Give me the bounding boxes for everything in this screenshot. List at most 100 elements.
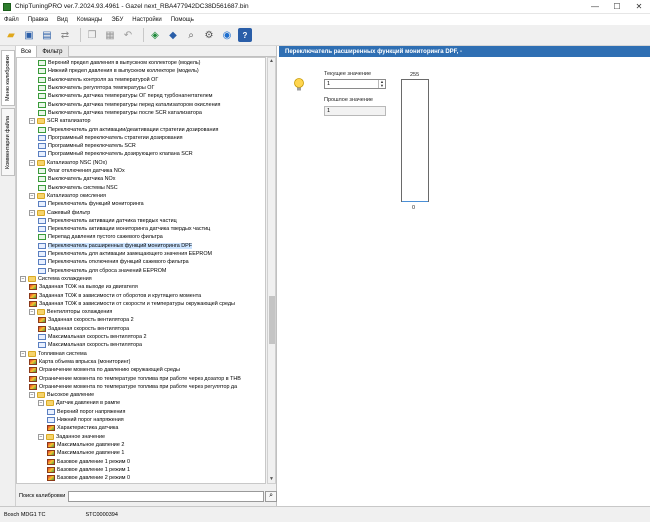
tree-folder[interactable]: − Датчик давления в рампе: [38, 399, 120, 407]
collapse-toggle-icon[interactable]: −: [38, 400, 44, 407]
tree-item[interactable]: Максимальное давление 2: [47, 441, 124, 449]
tree-item[interactable]: Заданная ТОЖ на выходе из двигателя: [29, 283, 138, 291]
close-button[interactable]: ✕: [628, 0, 650, 14]
tree-folder[interactable]: − Сажевый фильтр: [29, 208, 90, 216]
tree-folder[interactable]: − Система охлаждения: [20, 275, 92, 283]
open-folder-icon[interactable]: ▰: [4, 28, 18, 42]
tree-item[interactable]: Выключатель датчика температуры после SC…: [38, 109, 202, 117]
tree-item[interactable]: Ограничение момента по температуре топли…: [29, 383, 237, 391]
minimize-button[interactable]: —: [584, 0, 606, 14]
scroll-up-icon[interactable]: ▲: [268, 58, 275, 65]
collapse-toggle-icon[interactable]: −: [29, 209, 35, 216]
tree-item[interactable]: Максимальная скорость вентилятора 2: [38, 333, 147, 341]
tree-item[interactable]: Переключатель расширенных функций монито…: [38, 242, 192, 250]
menu-settings[interactable]: Настройки: [132, 17, 161, 23]
tree-item[interactable]: Перепад давления пустого сажевого фильтр…: [38, 233, 163, 241]
tree-item[interactable]: Программный переключатель стратегии дози…: [38, 134, 183, 142]
tree-item[interactable]: Выключатель датчика температуры ОГ перед…: [38, 92, 212, 100]
scroll-thumb[interactable]: [269, 296, 275, 344]
tree-folder[interactable]: − Вентиляторы охлаждения: [29, 308, 112, 316]
save-as-icon[interactable]: ▤: [40, 28, 54, 42]
tree-item-label: Переключатель активации мониторинга датч…: [48, 226, 211, 233]
tree-item[interactable]: Переключатель активации мониторинга датч…: [38, 225, 210, 233]
menu-help[interactable]: Помощь: [171, 17, 194, 23]
tree-item[interactable]: Максимальная скорость вентилятора: [38, 341, 142, 349]
tree-folder[interactable]: − Топливная система: [20, 350, 87, 358]
map-3d-icon: [47, 450, 55, 457]
tree-item[interactable]: Переключатель для активации замещающего …: [38, 250, 212, 258]
collapse-toggle-icon[interactable]: −: [29, 159, 35, 166]
menu-ecu[interactable]: ЭБУ: [111, 17, 123, 23]
tab-calibrations[interactable]: Меню калибровки: [1, 50, 15, 106]
tree-folder[interactable]: − Заданное значение: [38, 433, 105, 441]
spin-arrows-icon[interactable]: ▲ ▼: [378, 80, 385, 88]
collapse-toggle-icon[interactable]: −: [29, 192, 35, 199]
paste-icon[interactable]: ▦: [103, 28, 117, 42]
find-icon[interactable]: ⌕: [184, 28, 198, 42]
tree-item[interactable]: Ограничение момента по давлению окружающ…: [29, 366, 180, 374]
collapse-toggle-icon[interactable]: −: [20, 350, 26, 357]
tree-item[interactable]: Выключатель датчика температуры перед ка…: [38, 101, 220, 109]
online-icon[interactable]: ◉: [220, 28, 234, 42]
tree-item[interactable]: Заданная ТОЖ в зависимости от скорости и…: [29, 300, 235, 308]
tree-folder[interactable]: − Высокое давление: [29, 391, 94, 399]
menu-commands[interactable]: Команды: [77, 17, 102, 23]
help-icon[interactable]: ?: [238, 28, 252, 42]
tree-scrollbar[interactable]: ▲ ▼: [267, 57, 276, 484]
navigate-icon[interactable]: ◆: [166, 28, 180, 42]
tree-item[interactable]: Переключатель активации датчика твердых …: [38, 217, 177, 225]
menu-view[interactable]: Вид: [57, 17, 68, 23]
copy-icon[interactable]: ❐: [85, 28, 99, 42]
save-icon[interactable]: ▣: [22, 28, 36, 42]
menu-file[interactable]: Файл: [4, 17, 19, 23]
tree-folder[interactable]: − Катализатор NSC (NOx): [29, 159, 107, 167]
tree-item[interactable]: Переключатель функций мониторинга: [38, 200, 144, 208]
search-input[interactable]: [68, 490, 265, 502]
collapse-toggle-icon[interactable]: −: [29, 118, 35, 125]
tree-item[interactable]: Переключатель для сброса значений EEPROM: [38, 267, 166, 275]
collapse-toggle-icon[interactable]: −: [29, 309, 35, 316]
tree-item[interactable]: Максимальное давление 1: [47, 449, 124, 457]
tree-folder[interactable]: − SCR катализатор: [29, 117, 91, 125]
tree-item[interactable]: Переключатель для активации/деактивации …: [38, 125, 218, 133]
connect-icon[interactable]: ⚙: [202, 28, 216, 42]
tree-item[interactable]: Переключатель отключения функций сажевог…: [38, 258, 189, 266]
tree-item[interactable]: Базовое давление 1 режим 0: [47, 457, 130, 465]
tree-item[interactable]: Характеристика датчика: [47, 424, 118, 432]
tree-item[interactable]: Выключатель датчика NOx: [38, 175, 115, 183]
menu-edit[interactable]: Правка: [28, 17, 48, 23]
status-id: STC0000394: [85, 511, 118, 518]
compare-icon[interactable]: ⇄: [58, 28, 72, 42]
tree-item[interactable]: Базовое давление 1 режим 1: [47, 466, 130, 474]
tree-item[interactable]: Карта объема впрыска (мониторинг): [29, 358, 130, 366]
map-3d-icon: [29, 300, 37, 307]
scroll-down-icon[interactable]: ▼: [268, 476, 275, 483]
tree-item[interactable]: Флаг отключения датчика NOx: [38, 167, 125, 175]
tree-item[interactable]: Нижний порог напряжения: [47, 416, 124, 424]
tree-item[interactable]: Нижний предел давления в выпускном колле…: [38, 67, 199, 75]
tree-item[interactable]: Выключатель системы NSC: [38, 184, 118, 192]
tree-item[interactable]: Заданная скорость вентилятора: [38, 325, 129, 333]
collapse-toggle-icon[interactable]: −: [29, 392, 35, 399]
tree-item[interactable]: Выключатель регулятора температуры ОГ: [38, 84, 154, 92]
tree-item[interactable]: Ограничение момента по температуре топли…: [29, 374, 241, 382]
current-value-input[interactable]: 1 ▲ ▼: [324, 79, 386, 89]
tree-item[interactable]: Верхний порог напряжения: [47, 408, 125, 416]
tab-file-comments[interactable]: Комментарии файла: [1, 108, 15, 176]
tree-item[interactable]: Программный переключатель дозирующего кл…: [38, 150, 193, 158]
tree-item[interactable]: Заданная скорость вентилятора 2: [38, 316, 134, 324]
tree-item[interactable]: Верхний предел давления в выпускном колл…: [38, 59, 200, 67]
search-icon[interactable]: ⌕: [265, 490, 277, 502]
undo-icon[interactable]: ↶: [121, 28, 135, 42]
tab-filter[interactable]: Фильтр: [37, 46, 69, 57]
tree-item[interactable]: Выключатель контроля за температурой ОГ: [38, 76, 158, 84]
maximize-button[interactable]: ☐: [606, 0, 628, 14]
collapse-toggle-icon[interactable]: −: [20, 275, 26, 282]
checksum-icon[interactable]: ◈: [148, 28, 162, 42]
tree-item[interactable]: Программный переключатель SCR: [38, 142, 136, 150]
tree-item[interactable]: Базовое давление 2 режим 0: [47, 474, 130, 482]
tree-item[interactable]: Заданная ТОЖ в зависимости от оборотов и…: [29, 291, 201, 299]
tab-all[interactable]: Все: [16, 46, 38, 57]
tree-folder[interactable]: − Катализатор окисления: [29, 192, 106, 200]
collapse-toggle-icon[interactable]: −: [38, 433, 44, 440]
